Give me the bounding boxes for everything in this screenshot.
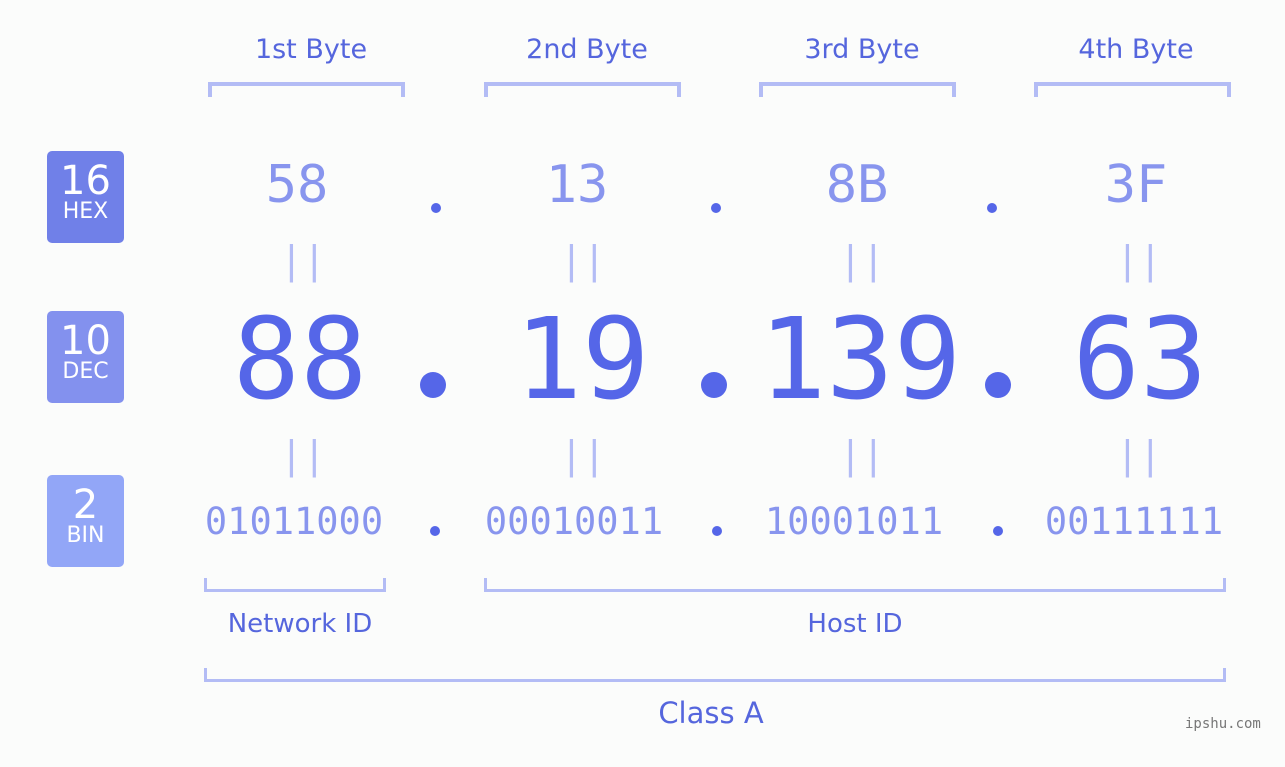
equals-sign: || bbox=[560, 238, 606, 282]
equals-sign: || bbox=[280, 238, 326, 282]
hex-byte-3: 8B bbox=[825, 155, 889, 215]
dec-base-number: 10 bbox=[60, 318, 111, 364]
hex-byte-4: 3F bbox=[1104, 155, 1168, 215]
bin-byte-2: 00010011 bbox=[484, 500, 664, 543]
bin-badge: 2 BIN bbox=[47, 475, 124, 567]
byte-bracket-4 bbox=[1034, 82, 1231, 97]
network-id-label: Network ID bbox=[227, 609, 373, 639]
byte-bracket-3 bbox=[759, 82, 956, 97]
hex-dot-1 bbox=[431, 203, 441, 213]
hex-dot-3 bbox=[987, 203, 997, 213]
byte-header-1: 1st Byte bbox=[254, 34, 368, 65]
bin-byte-3: 10001011 bbox=[764, 500, 944, 543]
equals-sign: || bbox=[560, 433, 606, 477]
equals-sign: || bbox=[839, 238, 885, 282]
equals-sign: || bbox=[1116, 238, 1162, 282]
equals-sign: || bbox=[839, 433, 885, 477]
equals-sign: || bbox=[280, 433, 326, 477]
dec-byte-4: 63 bbox=[1072, 295, 1208, 425]
host-id-bracket bbox=[484, 578, 1226, 592]
bin-dot-3 bbox=[993, 526, 1003, 536]
byte-bracket-2 bbox=[484, 82, 681, 97]
hex-base-number: 16 bbox=[60, 158, 111, 204]
bin-byte-4: 00111111 bbox=[1044, 500, 1224, 543]
watermark: ipshu.com bbox=[1185, 716, 1261, 732]
byte-header-4: 4th Byte bbox=[1078, 34, 1194, 65]
bin-dot-1 bbox=[430, 526, 440, 536]
class-label: Class A bbox=[658, 696, 764, 730]
equals-sign: || bbox=[1116, 433, 1162, 477]
dec-base-label: DEC bbox=[62, 359, 109, 384]
dec-byte-3: 139 bbox=[758, 295, 962, 425]
dec-dot-3 bbox=[985, 372, 1011, 398]
dec-badge: 10 DEC bbox=[47, 311, 124, 403]
dec-dot-2 bbox=[701, 372, 727, 398]
dec-byte-1: 88 bbox=[232, 295, 368, 425]
class-bracket bbox=[204, 668, 1226, 682]
network-id-bracket bbox=[204, 578, 386, 592]
hex-byte-1: 58 bbox=[265, 155, 329, 215]
hex-badge: 16 HEX bbox=[47, 151, 124, 243]
byte-bracket-1 bbox=[208, 82, 405, 97]
hex-base-label: HEX bbox=[62, 199, 109, 224]
hex-byte-2: 13 bbox=[545, 155, 609, 215]
host-id-label: Host ID bbox=[807, 609, 903, 639]
dec-byte-2: 19 bbox=[514, 295, 650, 425]
bin-base-number: 2 bbox=[72, 482, 99, 528]
byte-header-3: 3rd Byte bbox=[804, 34, 920, 65]
dec-dot-1 bbox=[420, 372, 446, 398]
bin-dot-2 bbox=[712, 526, 722, 536]
bin-byte-1: 01011000 bbox=[204, 500, 384, 543]
byte-header-2: 2nd Byte bbox=[526, 34, 648, 65]
hex-dot-2 bbox=[711, 203, 721, 213]
bin-base-label: BIN bbox=[66, 523, 105, 548]
